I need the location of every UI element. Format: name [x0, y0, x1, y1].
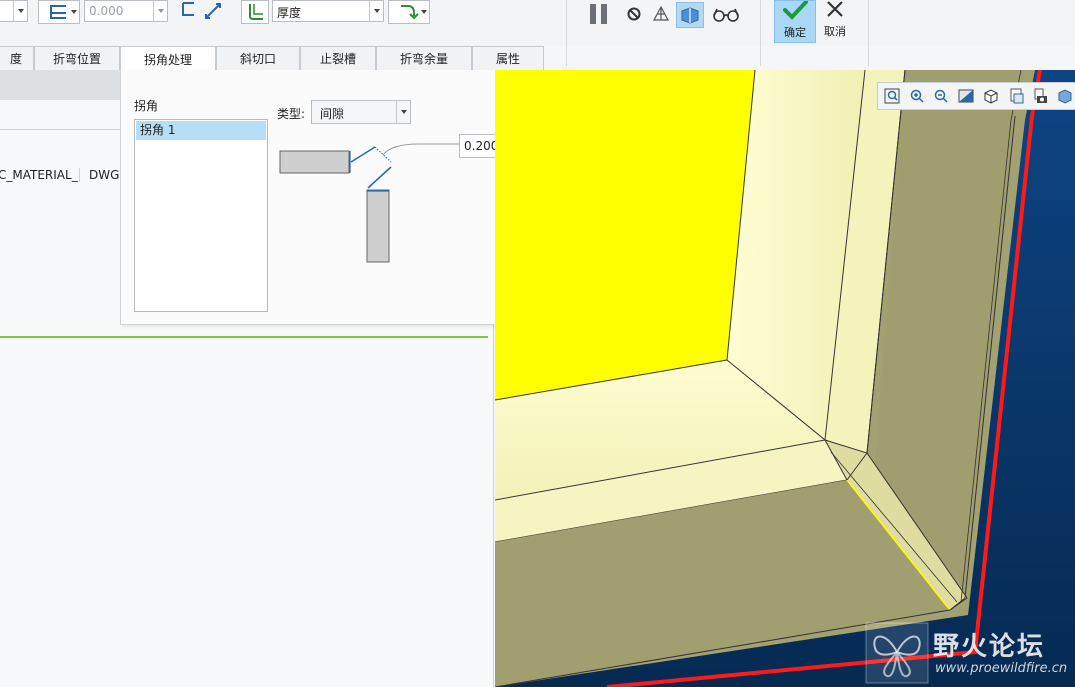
view-only-button[interactable]	[708, 2, 744, 26]
zoom-in-button[interactable]	[907, 86, 927, 106]
verify-mode-button[interactable]	[676, 2, 704, 28]
zoom-out-button[interactable]	[932, 86, 952, 106]
chevron-down-icon[interactable]	[71, 10, 77, 14]
tab-bend-position[interactable]: 折弯位置	[34, 46, 120, 70]
corner-list-item[interactable]: 拐角 1	[136, 121, 266, 140]
tab-corner-treatment[interactable]: 拐角处理	[120, 46, 216, 71]
butterfly-logo-icon	[865, 622, 929, 684]
chevron-down-icon[interactable]	[153, 1, 167, 21]
column-material[interactable]: C_MATERIAL_	[0, 168, 80, 182]
view-toolbar	[877, 82, 1075, 110]
views-icon	[1010, 88, 1024, 104]
sheetmetal-model	[495, 70, 1075, 687]
check-icon	[783, 1, 808, 20]
unit-dropdown[interactable]	[0, 0, 28, 22]
chevron-down-icon[interactable]	[369, 1, 383, 21]
ribbon-separator	[868, 0, 869, 66]
confirm-label: 确定	[784, 26, 806, 39]
pause-button[interactable]	[584, 0, 614, 28]
tree-highlight-line	[0, 336, 488, 338]
dimension-icon	[50, 5, 66, 19]
corner-type-dropdown[interactable]: 间隙	[311, 100, 411, 124]
close-icon	[827, 1, 843, 17]
datum-icon	[1058, 89, 1072, 104]
cancel-label: 取消	[824, 25, 846, 38]
forum-watermark: 野火论坛 www.proewildfire.cn	[865, 620, 1075, 687]
refit-button[interactable]	[882, 86, 902, 106]
chevron-down-icon[interactable]	[396, 101, 410, 123]
length-type-button[interactable]	[38, 0, 80, 24]
tree-divider	[0, 129, 120, 130]
preview-mesh-icon	[652, 5, 670, 21]
ribbon-toolbar: 0.000 厚度 确定 取消	[0, 0, 1075, 66]
repaint-button[interactable]	[956, 86, 976, 106]
view-manager-button[interactable]	[1031, 86, 1051, 106]
thickness-side-button[interactable]	[241, 0, 269, 24]
repaint-icon	[958, 89, 974, 103]
chevron-down-icon[interactable]	[421, 10, 427, 14]
glasses-icon	[713, 8, 739, 22]
ribbon-separator	[760, 0, 761, 66]
bend-radius-button[interactable]	[388, 0, 430, 24]
corner-list[interactable]: 拐角 1	[134, 119, 268, 312]
corner-list-label: 拐角	[134, 99, 159, 113]
verify-solid-icon	[681, 7, 699, 24]
cube-icon	[984, 89, 998, 104]
pause-icon	[590, 4, 607, 24]
tab-bend-allowance[interactable]: 折弯余量	[376, 46, 472, 70]
length-value-field[interactable]: 0.000	[84, 0, 168, 22]
tree-header-strip	[0, 70, 120, 100]
cancel-button[interactable]: 取消	[818, 0, 852, 43]
preview-button[interactable]	[648, 2, 674, 26]
column-dwg[interactable]: DWG	[89, 168, 119, 182]
watermark-url: www.proewildfire.cn	[935, 661, 1068, 676]
bend-arc-icon	[401, 5, 419, 20]
saved-views-button[interactable]	[1006, 86, 1026, 106]
model-viewport[interactable]	[495, 70, 1075, 687]
corner-gap-diagram	[279, 143, 461, 263]
confirm-button[interactable]: 确定	[774, 0, 816, 43]
refit-icon	[884, 88, 900, 104]
tab-relief[interactable]: 止裂槽	[300, 46, 376, 70]
tab-thickness[interactable]: 度	[0, 46, 34, 70]
thickness-dropdown[interactable]: 厚度	[272, 0, 384, 22]
flip-direction-icon	[182, 2, 221, 19]
no-preview-button[interactable]	[622, 2, 646, 26]
camera-icon	[1034, 88, 1048, 103]
tab-miter-cut[interactable]: 斜切口	[216, 46, 300, 70]
no-preview-icon	[627, 7, 641, 21]
watermark-title: 野火论坛	[933, 632, 1046, 662]
zoom-in-icon	[910, 89, 924, 103]
tree-column-header: C_MATERIAL_ DWG	[0, 163, 120, 187]
feature-tab-bar: 度 折弯位置 拐角处理 斜切口 止裂槽 折弯余量 属性	[0, 46, 600, 71]
zoom-out-icon	[935, 89, 948, 103]
bend-edge-icon	[249, 4, 263, 20]
datum-display-button[interactable]	[1055, 86, 1075, 106]
tab-properties[interactable]: 属性	[472, 46, 544, 70]
display-style-button[interactable]	[981, 86, 1001, 106]
chevron-down-icon[interactable]	[13, 1, 27, 21]
type-label: 类型:	[277, 107, 306, 121]
flip-profile-button[interactable]	[180, 0, 226, 24]
